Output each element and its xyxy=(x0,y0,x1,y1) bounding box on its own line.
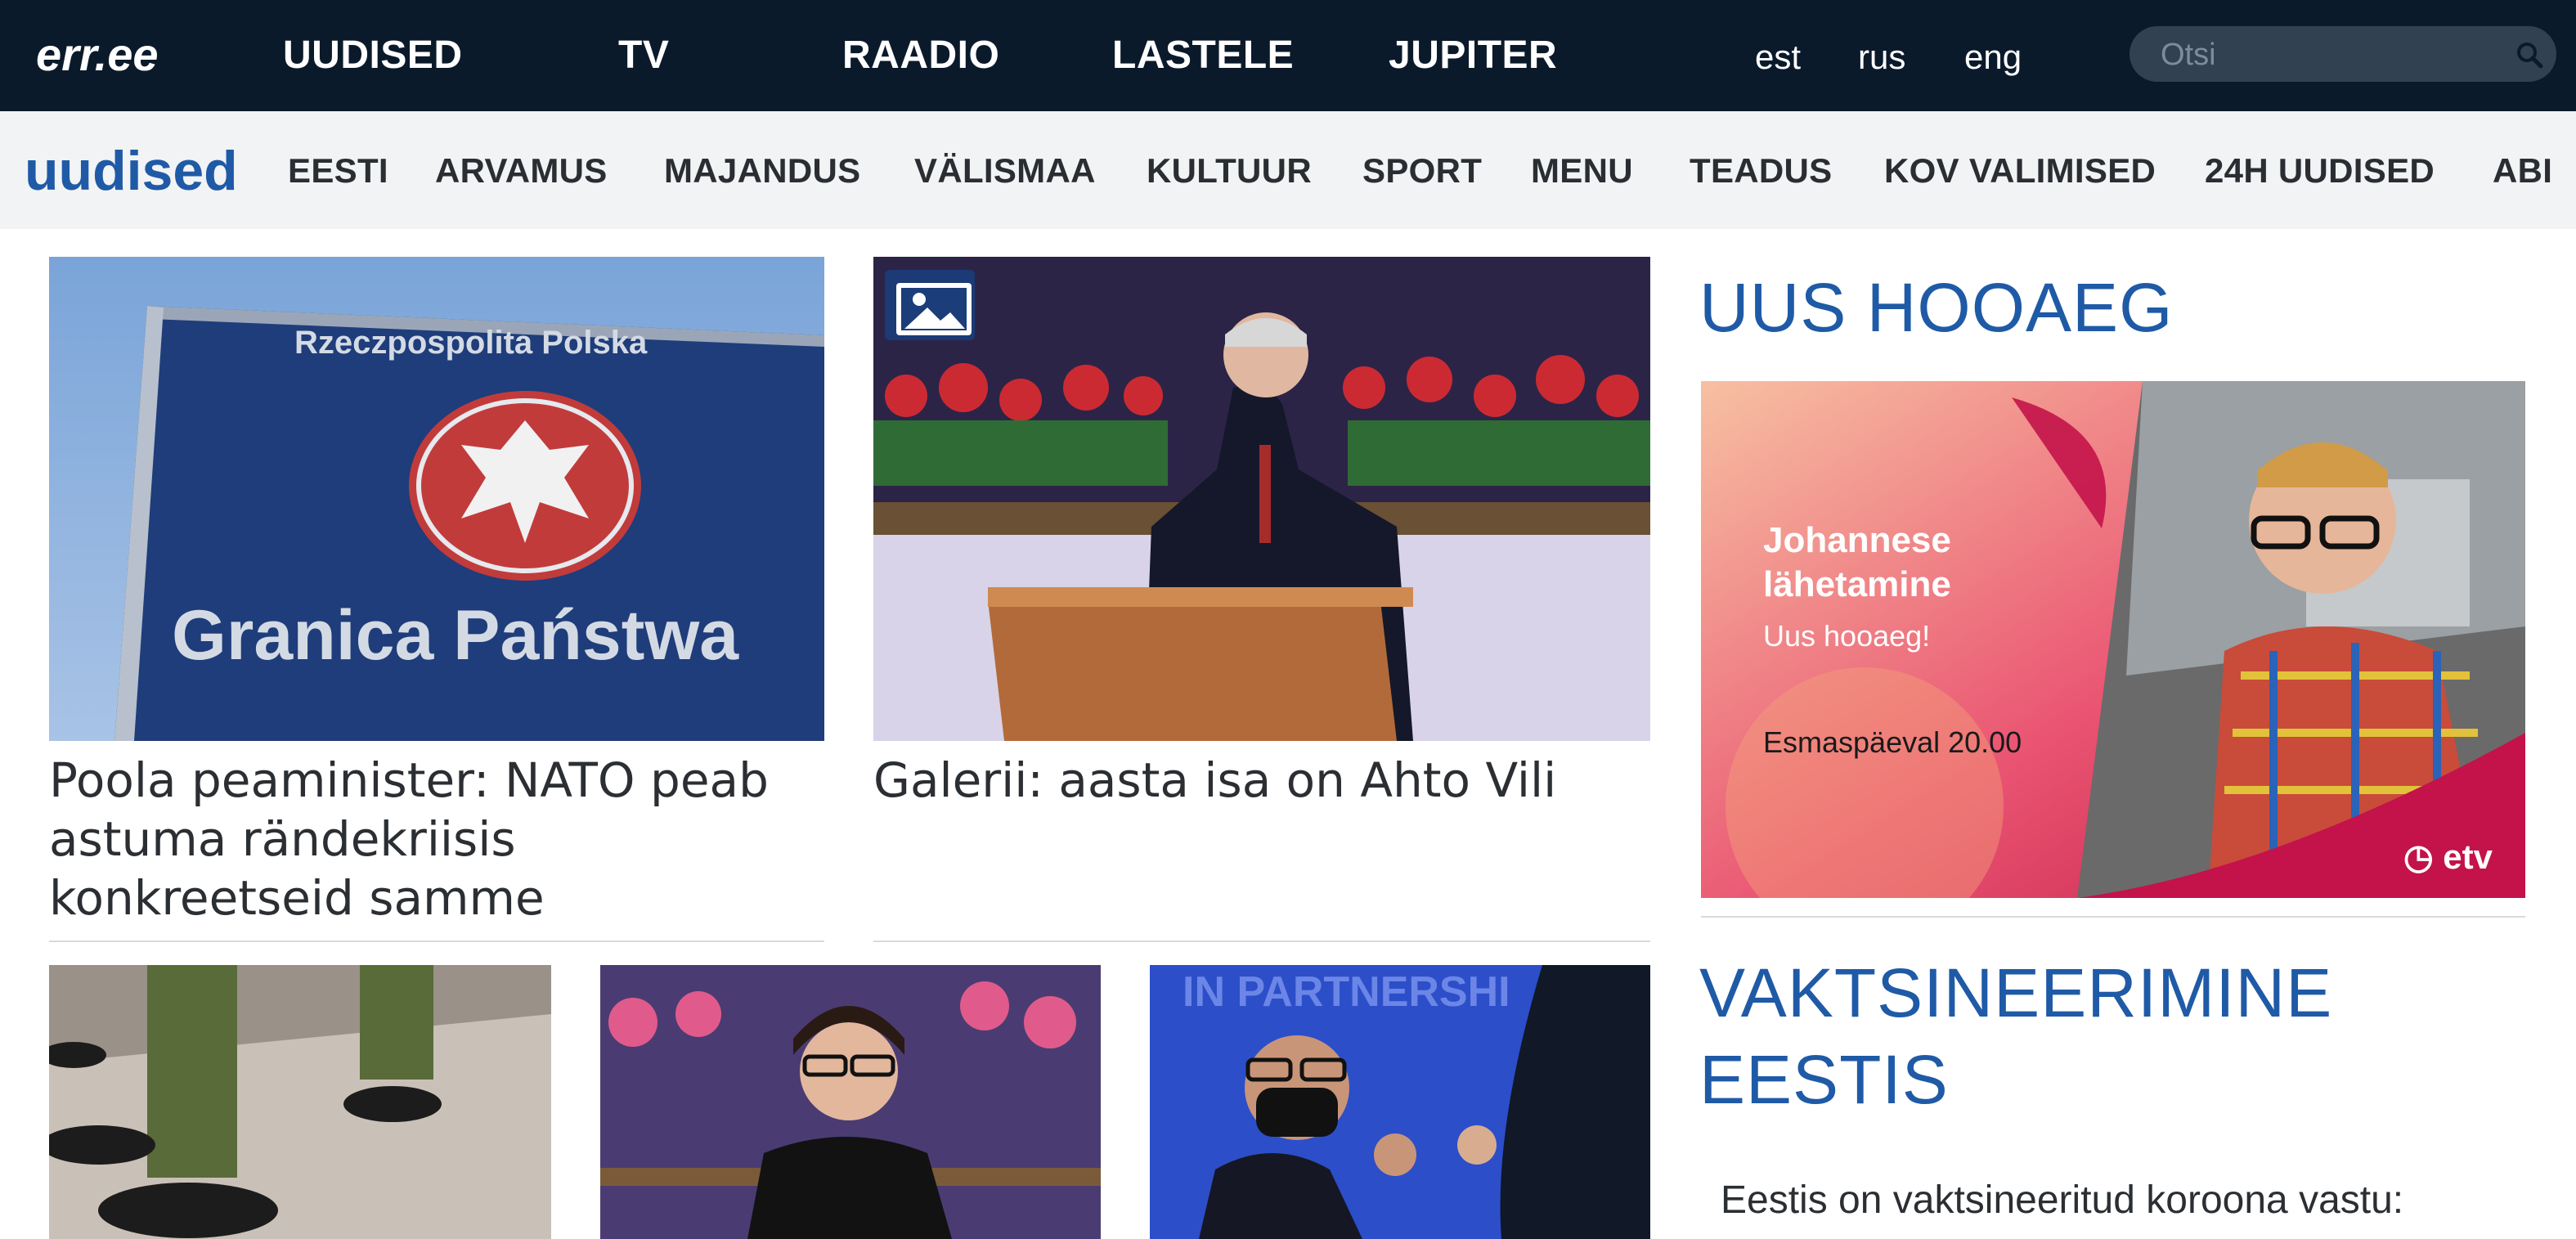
topnav-jupiter[interactable]: JUPITER xyxy=(1389,29,1557,82)
promo-title: Johannese lähetamine xyxy=(1763,520,1951,604)
err-logo[interactable]: err.ee xyxy=(36,28,200,85)
partnership-text: IN PARTNERSHI xyxy=(1183,968,1510,1016)
topnav-lastele[interactable]: LASTELE xyxy=(1112,29,1294,82)
article-divider xyxy=(873,940,1650,942)
lang-eng[interactable]: eng xyxy=(1964,33,2022,82)
section-item-kov-valimised[interactable]: KOV VALIMISED xyxy=(1884,152,2156,190)
topnav-tv[interactable]: TV xyxy=(618,29,669,82)
aside-title-vaktsineerimine: VAKTSINEERIMINE xyxy=(1699,954,2333,1031)
section-item-majandus[interactable]: MAJANDUS xyxy=(664,152,860,190)
topnav-raadio[interactable]: RAADIO xyxy=(842,29,999,82)
err-logo-icon: err.ee xyxy=(36,29,159,80)
logo-text: err.ee xyxy=(36,29,159,80)
article-headline-poland[interactable]: Poola peaminister: NATO peab astuma ränd… xyxy=(49,751,826,927)
promo-banner[interactable]: Johannese lähetamine Uus hooaeg! Esmaspä… xyxy=(1701,381,2525,898)
small-article-image-soldiers[interactable] xyxy=(49,965,551,1239)
article-image-poland-border[interactable]: Rzeczpospolita Polska Granica Państwa xyxy=(49,257,824,741)
article-image-speaker[interactable] xyxy=(873,257,1650,741)
small-article-image-woman[interactable] xyxy=(600,965,1101,1239)
search-input[interactable] xyxy=(2159,33,2506,77)
section-item-abi[interactable]: ABI xyxy=(2493,152,2552,190)
aside-title-eestis: EESTIS xyxy=(1699,1041,1949,1118)
section-item-sport[interactable]: SPORT xyxy=(1362,152,1482,190)
section-item-valismaa[interactable]: VÄLISMAA xyxy=(914,152,1096,190)
section-item-eesti[interactable]: EESTI xyxy=(288,152,388,190)
section-item-24h-uudised[interactable]: 24H UUDISED xyxy=(2205,152,2435,190)
etv-logo: ◷ etv xyxy=(2403,837,2493,877)
search-icon[interactable] xyxy=(2515,41,2543,69)
topnav-uudised[interactable]: UUDISED xyxy=(283,29,463,82)
promo-time: Esmaspäeval 20.00 xyxy=(1763,725,2022,759)
promo-subtitle: Uus hooaeg! xyxy=(1763,619,1931,653)
search-box xyxy=(2129,26,2556,82)
etv-logo-text: etv xyxy=(2443,837,2493,876)
article-divider xyxy=(49,940,824,942)
section-title-uudised[interactable]: uudised xyxy=(25,137,238,204)
sign-text-top: Rzeczpospolita Polska xyxy=(294,325,648,361)
vaccination-text: Eestis on vaktsineeritud koroona vastu: xyxy=(1721,1178,2404,1222)
etv-clock-icon: ◷ xyxy=(2403,837,2434,876)
section-item-teadus[interactable]: TEADUS xyxy=(1690,152,1832,190)
lang-rus[interactable]: rus xyxy=(1858,33,1905,82)
section-item-kultuur[interactable]: KULTUUR xyxy=(1147,152,1312,190)
sign-text-bottom: Granica Państwa xyxy=(172,596,739,675)
lang-est[interactable]: est xyxy=(1755,33,1801,82)
aside-divider xyxy=(1701,916,2525,918)
aside-title-uus-hooaeg: UUS HOOAEG xyxy=(1699,269,2174,346)
section-item-menu[interactable]: MENU xyxy=(1531,152,1633,190)
small-article-image-partnership[interactable]: IN PARTNERSHI xyxy=(1150,965,1650,1239)
section-item-arvamus[interactable]: ARVAMUS xyxy=(435,152,608,190)
article-headline-gallery[interactable]: Galerii: aasta isa on Ahto Vili xyxy=(873,751,1650,810)
